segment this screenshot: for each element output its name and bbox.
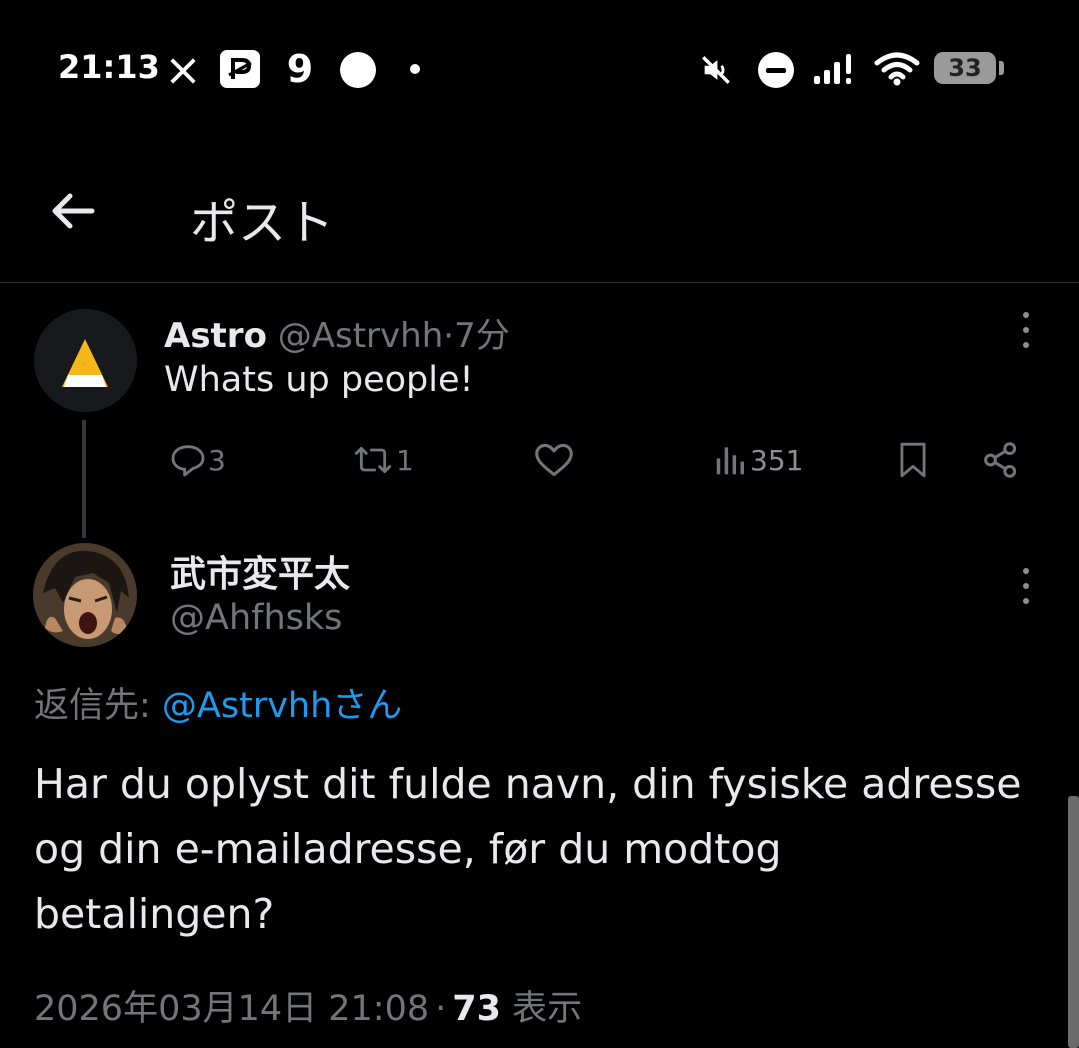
repost-icon (354, 446, 392, 474)
parent-handle[interactable]: @Astrvhh (278, 316, 444, 356)
analytics-bars-icon (716, 447, 744, 475)
battery-tip (999, 61, 1004, 75)
views-action-button[interactable]: 351 (712, 438, 803, 482)
battery-indicator: 33 (934, 52, 996, 84)
small-dot-icon (410, 64, 420, 74)
paypay-icon (220, 50, 260, 88)
reply-bubble-icon (171, 445, 205, 477)
reply-author-handle[interactable]: @Ahfhsks (170, 598, 342, 638)
back-button[interactable] (48, 186, 98, 236)
post-view-label: 表示 (512, 989, 583, 1029)
post-view-count: 73 (452, 989, 501, 1029)
parent-time[interactable]: 7分 (454, 316, 510, 356)
footer-separator: · (435, 989, 447, 1029)
thread-connector-line (82, 420, 86, 538)
share-button[interactable] (980, 438, 1022, 482)
parent-post-meta: Astro @Astrvhh·7分 (164, 308, 510, 357)
replying-to-link[interactable]: @Astrvhhさん (162, 686, 402, 726)
bookmark-button[interactable] (894, 438, 932, 482)
signal-icon (812, 52, 860, 86)
avatar-astro[interactable] (34, 309, 137, 412)
parent-author-name[interactable]: Astro (164, 316, 267, 356)
replying-to-label: 返信先: (34, 686, 162, 726)
status-time: 21:13 (58, 48, 160, 86)
scrollbar[interactable] (1068, 796, 1079, 1048)
post-footer-meta: 2026年03月14日 21:08 · 73 表示 (34, 980, 582, 1031)
like-action-button[interactable] (532, 438, 576, 482)
page-title: ポスト (190, 195, 335, 251)
wifi-icon (874, 52, 920, 86)
reply-count: 3 (208, 443, 226, 477)
replying-to-line: 返信先: @Astrvhhさん (34, 677, 402, 728)
app-9-icon: 9 (286, 47, 314, 91)
view-count: 351 (750, 443, 804, 477)
share-icon (984, 442, 1017, 478)
bookmark-icon (900, 442, 926, 478)
reply-post-text: Har du oplyst dit fulde navn, din fysisk… (34, 760, 1022, 938)
header-divider (0, 282, 1079, 283)
circle-dot-icon (340, 52, 376, 88)
avatar-reply-author[interactable] (33, 543, 137, 647)
arrow-left-icon (52, 193, 95, 229)
meta-separator: · (443, 316, 455, 356)
anime-avatar-image (33, 543, 137, 647)
do-not-disturb-icon (758, 52, 794, 88)
reply-author-name[interactable]: 武市変平太 (170, 545, 350, 597)
reply-more-menu-icon[interactable] (1016, 568, 1036, 604)
repost-action-button[interactable]: 1 (350, 438, 414, 482)
parent-post-text: Whats up people! (164, 360, 474, 400)
astro-logo-icon (34, 309, 137, 412)
mute-icon (698, 52, 734, 88)
x-logo-icon (166, 54, 200, 88)
parent-more-menu-icon[interactable] (1016, 312, 1036, 348)
reply-action-button[interactable]: 3 (168, 438, 226, 482)
repost-count: 1 (396, 443, 414, 477)
post-timestamp[interactable]: 2026年03月14日 21:08 (34, 989, 429, 1029)
heart-icon (535, 443, 573, 477)
